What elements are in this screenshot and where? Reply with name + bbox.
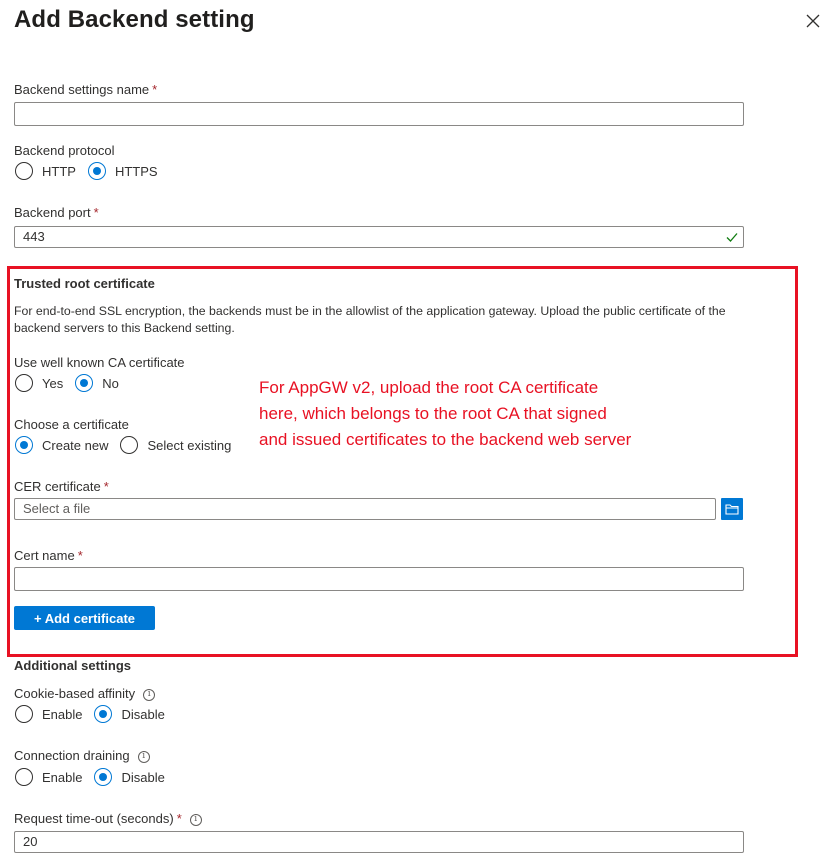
radio-yes-label: Yes	[42, 375, 64, 391]
radio-http-label: HTTP	[42, 163, 76, 179]
cert-name-input[interactable]	[14, 567, 744, 591]
backend-settings-name-label: Backend settings name *	[14, 82, 157, 97]
info-icon[interactable]: i	[189, 813, 202, 826]
additional-settings-heading: Additional settings	[14, 658, 131, 673]
radio-yes[interactable]: Yes	[15, 374, 63, 392]
request-timeout-input[interactable]: 20	[14, 831, 744, 853]
radio-cookie-disable[interactable]: Disable	[94, 705, 165, 723]
request-timeout-label: Request time-out (seconds) * i	[14, 811, 202, 826]
cer-certificate-label-text: CER certificate	[14, 479, 101, 494]
trusted-root-description: For end-to-end SSL encryption, the backe…	[14, 304, 726, 335]
backend-settings-name-label-text: Backend settings name	[14, 82, 150, 97]
radio-draining-disable-label: Disable	[121, 769, 165, 785]
backend-port-label: Backend port *	[14, 205, 99, 220]
cer-certificate-label: CER certificate *	[14, 479, 109, 494]
radio-circle[interactable]	[15, 374, 33, 392]
info-icon[interactable]: i	[137, 750, 150, 763]
cookie-affinity-label: Cookie-based affinity i	[14, 686, 156, 701]
radio-circle[interactable]	[120, 436, 139, 454]
backend-port-label-text: Backend port	[14, 205, 91, 220]
radio-no[interactable]: No	[75, 374, 119, 392]
radio-draining-enable[interactable]: Enable	[15, 768, 82, 786]
radio-circle[interactable]	[15, 768, 33, 786]
cookie-affinity-label-text: Cookie-based affinity	[14, 686, 136, 701]
connection-draining-label-text: Connection draining	[14, 748, 130, 763]
radio-cookie-enable-label: Enable	[42, 706, 83, 722]
backend-settings-name-input[interactable]	[14, 102, 744, 126]
backend-port-input[interactable]: 443	[14, 226, 744, 248]
page-title: Add Backend setting	[14, 6, 255, 33]
radio-circle-selected[interactable]	[94, 705, 113, 723]
radio-draining-enable-label: Enable	[42, 769, 83, 785]
cert-name-label: Cert name *	[14, 548, 83, 563]
radio-circle[interactable]	[15, 705, 33, 723]
radio-no-label: No	[102, 375, 119, 391]
choose-certificate-radio-group: Create new Select existing	[15, 436, 243, 454]
checkmark-icon	[726, 233, 738, 242]
cookie-affinity-radio-group: Enable Disable	[15, 705, 177, 723]
info-icon[interactable]: i	[143, 688, 156, 701]
required-marker: *	[152, 82, 158, 97]
annotation-note: For AppGW v2, upload the root CA certifi…	[259, 378, 632, 449]
choose-certificate-label: Choose a certificate	[14, 417, 129, 432]
required-marker: *	[93, 205, 99, 220]
close-icon[interactable]	[800, 8, 826, 34]
radio-select-existing[interactable]: Select existing	[120, 436, 231, 454]
request-timeout-value: 20	[23, 834, 38, 849]
radio-cookie-disable-label: Disable	[121, 706, 165, 722]
well-known-ca-label: Use well known CA certificate	[14, 355, 185, 370]
backend-protocol-radio-group: HTTP HTTPS	[15, 162, 170, 180]
backend-port-value: 443	[23, 229, 45, 244]
radio-https-label: HTTPS	[114, 163, 158, 179]
cer-file-input[interactable]: Select a file	[14, 498, 716, 520]
required-marker: *	[103, 479, 109, 494]
radio-http[interactable]: HTTP	[15, 162, 76, 180]
add-certificate-button[interactable]: + Add certificate	[14, 606, 155, 630]
radio-create-new-label: Create new	[42, 437, 109, 453]
cert-name-label-text: Cert name	[14, 548, 75, 563]
required-marker: *	[176, 811, 182, 826]
radio-circle-selected[interactable]	[75, 374, 94, 392]
radio-draining-disable[interactable]: Disable	[94, 768, 165, 786]
required-marker: *	[77, 548, 83, 563]
radio-https[interactable]: HTTPS	[87, 162, 158, 180]
radio-circle-selected[interactable]	[94, 768, 113, 786]
radio-circle-selected[interactable]	[87, 162, 106, 180]
request-timeout-label-text: Request time-out (seconds)	[14, 811, 174, 826]
backend-protocol-label: Backend protocol	[14, 143, 115, 158]
folder-icon[interactable]	[721, 498, 743, 520]
radio-select-existing-label: Select existing	[147, 437, 232, 453]
connection-draining-radio-group: Enable Disable	[15, 768, 177, 786]
radio-create-new[interactable]: Create new	[15, 436, 108, 454]
well-known-ca-radio-group: Yes No	[15, 374, 131, 392]
connection-draining-label: Connection draining i	[14, 748, 150, 763]
radio-circle[interactable]	[15, 162, 33, 180]
trusted-root-heading: Trusted root certificate	[14, 276, 155, 291]
radio-cookie-enable[interactable]: Enable	[15, 705, 82, 723]
radio-circle-selected[interactable]	[15, 436, 33, 454]
